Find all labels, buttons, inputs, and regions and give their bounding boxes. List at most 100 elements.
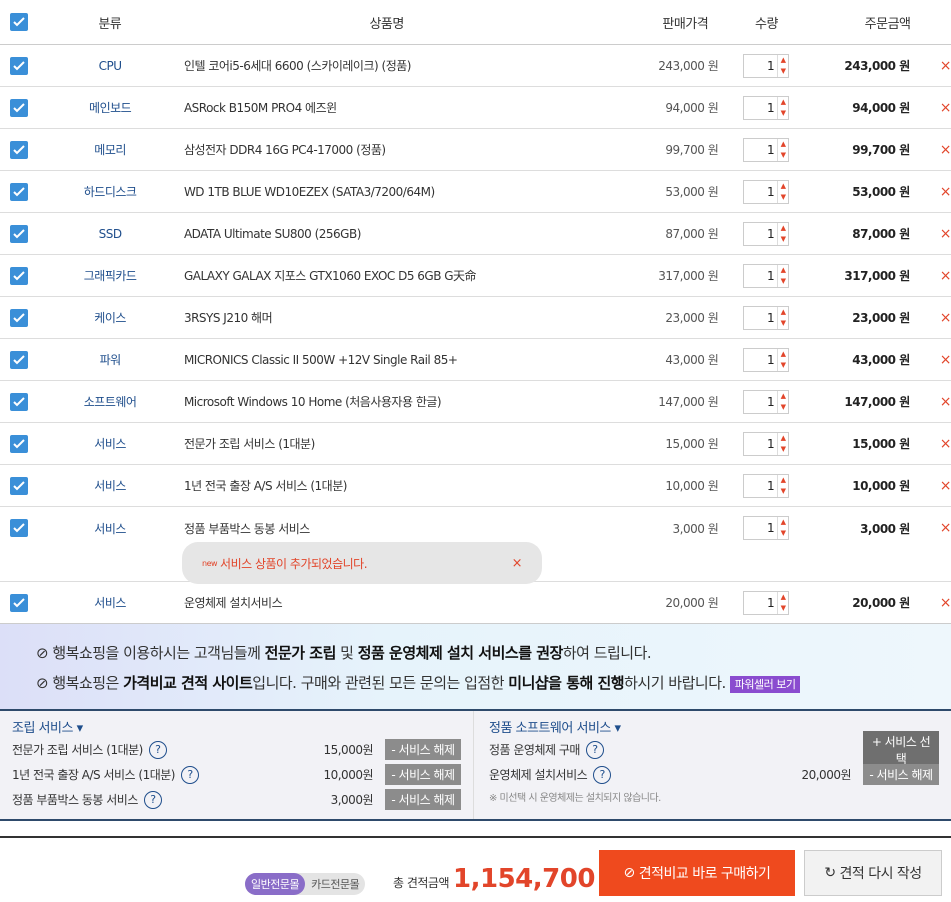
qty-down-icon[interactable]: ▼ — [778, 486, 788, 497]
remove-icon[interactable]: × — [910, 58, 951, 74]
row-price: 94,000 원 — [665, 101, 719, 115]
mall-general-option[interactable]: 일반전문몰 — [245, 873, 306, 895]
qty-up-icon[interactable]: ▲ — [778, 307, 788, 318]
quantity-stepper[interactable]: 1 ▲ ▼ — [743, 305, 790, 330]
qty-down-icon[interactable]: ▼ — [778, 150, 788, 161]
assembly-title[interactable]: 조립 서비스 ▾ — [12, 717, 461, 737]
qty-up-icon[interactable]: ▲ — [778, 97, 788, 108]
row-checkbox[interactable] — [10, 182, 29, 201]
qty-down-icon[interactable]: ▼ — [778, 528, 788, 539]
row-checkbox[interactable] — [10, 350, 29, 369]
row-checkbox[interactable] — [10, 266, 29, 285]
service-toggle-button[interactable]: - 서비스 해제 — [385, 739, 461, 760]
qty-down-icon[interactable]: ▼ — [778, 66, 788, 77]
quantity-stepper[interactable]: 1 ▲ ▼ — [743, 95, 790, 120]
check-icon — [13, 480, 25, 490]
quantity-value[interactable]: 1 — [744, 97, 777, 119]
qty-up-icon[interactable]: ▲ — [778, 181, 788, 192]
help-icon[interactable]: ? — [180, 765, 199, 784]
qty-down-icon[interactable]: ▼ — [778, 402, 788, 413]
help-icon[interactable]: ? — [143, 790, 162, 809]
quantity-stepper[interactable]: 1 ▲ ▼ — [743, 590, 790, 615]
row-checkbox[interactable] — [10, 224, 29, 243]
qty-up-icon[interactable]: ▲ — [778, 265, 788, 276]
quantity-stepper[interactable]: 1 ▲ ▼ — [743, 347, 790, 372]
quantity-stepper[interactable]: 1 ▲ ▼ — [743, 179, 790, 204]
quantity-value[interactable]: 1 — [744, 391, 777, 413]
row-checkbox[interactable] — [10, 98, 29, 117]
qty-down-icon[interactable]: ▼ — [778, 108, 788, 119]
remove-icon[interactable]: × — [910, 268, 951, 284]
qty-up-icon[interactable]: ▲ — [778, 592, 788, 603]
service-toggle-button[interactable]: - 서비스 해제 — [385, 789, 461, 810]
power-seller-button[interactable]: 파워셀러 보기 — [729, 676, 801, 693]
qty-down-icon[interactable]: ▼ — [778, 276, 788, 287]
qty-down-icon[interactable]: ▼ — [778, 192, 788, 203]
service-toggle-button[interactable]: - 서비스 해제 — [385, 764, 461, 785]
quantity-stepper[interactable]: 1 ▲ ▼ — [743, 221, 790, 246]
quantity-stepper[interactable]: 1 ▲ ▼ — [743, 389, 790, 414]
row-checkbox[interactable] — [10, 519, 29, 537]
select-all-checkbox[interactable] — [10, 13, 29, 31]
qty-down-icon[interactable]: ▼ — [778, 444, 788, 455]
remove-icon[interactable]: × — [910, 142, 951, 158]
quantity-stepper[interactable]: 1 ▲ ▼ — [743, 137, 790, 162]
qty-up-icon[interactable]: ▲ — [778, 475, 788, 486]
remove-icon[interactable]: × — [910, 352, 951, 368]
quantity-stepper[interactable]: 1 ▲ ▼ — [743, 431, 790, 456]
qty-up-icon[interactable]: ▲ — [778, 517, 788, 528]
qty-up-icon[interactable]: ▲ — [778, 433, 788, 444]
remove-icon[interactable]: × — [910, 100, 951, 116]
quantity-stepper[interactable]: 1 ▲ ▼ — [743, 473, 790, 498]
buy-now-button[interactable]: ⊘ 견적비교 바로 구매하기 — [599, 850, 795, 896]
qty-down-icon[interactable]: ▼ — [778, 360, 788, 371]
quantity-value[interactable]: 1 — [744, 349, 777, 371]
quantity-value[interactable]: 1 — [744, 139, 777, 161]
row-checkbox[interactable] — [10, 140, 29, 159]
qty-down-icon[interactable]: ▼ — [778, 234, 788, 245]
qty-up-icon[interactable]: ▲ — [778, 223, 788, 234]
remove-icon[interactable]: × — [910, 507, 951, 549]
quantity-value[interactable]: 1 — [744, 181, 777, 203]
mall-card-option[interactable]: 카드전문몰 — [305, 873, 365, 895]
quantity-stepper[interactable]: 1 ▲ ▼ — [743, 53, 790, 78]
qty-up-icon[interactable]: ▲ — [778, 391, 788, 402]
remove-icon[interactable]: × — [910, 394, 951, 410]
qty-up-icon[interactable]: ▲ — [778, 55, 788, 66]
quantity-stepper[interactable]: 1 ▲ ▼ — [743, 516, 790, 540]
quantity-value[interactable]: 1 — [744, 433, 777, 455]
quantity-value[interactable]: 1 — [744, 517, 777, 539]
row-checkbox[interactable] — [10, 434, 29, 453]
quantity-value[interactable]: 1 — [744, 265, 777, 287]
reset-estimate-button[interactable]: ↻ 견적 다시 작성 — [804, 850, 942, 896]
help-icon[interactable]: ? — [593, 765, 612, 784]
row-checkbox[interactable] — [10, 476, 29, 495]
help-icon[interactable]: ? — [585, 740, 604, 759]
quantity-value[interactable]: 1 — [744, 55, 777, 77]
quantity-value[interactable]: 1 — [744, 223, 777, 245]
remove-icon[interactable]: × — [910, 436, 951, 452]
row-checkbox[interactable] — [10, 593, 29, 612]
remove-icon[interactable]: × — [910, 595, 951, 611]
qty-down-icon[interactable]: ▼ — [778, 603, 788, 614]
row-checkbox[interactable] — [10, 56, 29, 75]
service-toggle-button[interactable]: - 서비스 해제 — [863, 764, 939, 785]
total-value: 1,154,700 — [453, 864, 595, 894]
remove-icon[interactable]: × — [910, 478, 951, 494]
qty-up-icon[interactable]: ▲ — [778, 139, 788, 150]
quantity-stepper[interactable]: 1 ▲ ▼ — [743, 263, 790, 288]
close-icon[interactable]: × — [512, 556, 523, 571]
help-icon[interactable]: ? — [148, 740, 167, 759]
remove-icon[interactable]: × — [910, 310, 951, 326]
remove-icon[interactable]: × — [910, 226, 951, 242]
qty-down-icon[interactable]: ▼ — [778, 318, 788, 329]
quantity-value[interactable]: 1 — [744, 475, 777, 497]
service-toggle-button[interactable]: + 서비스 선택 — [863, 730, 939, 769]
mall-toggle[interactable]: 일반전문몰 카드전문몰 — [245, 873, 366, 895]
qty-up-icon[interactable]: ▲ — [778, 349, 788, 360]
row-checkbox[interactable] — [10, 392, 29, 411]
quantity-value[interactable]: 1 — [744, 592, 777, 614]
quantity-value[interactable]: 1 — [744, 307, 777, 329]
row-checkbox[interactable] — [10, 308, 29, 327]
remove-icon[interactable]: × — [910, 184, 951, 200]
